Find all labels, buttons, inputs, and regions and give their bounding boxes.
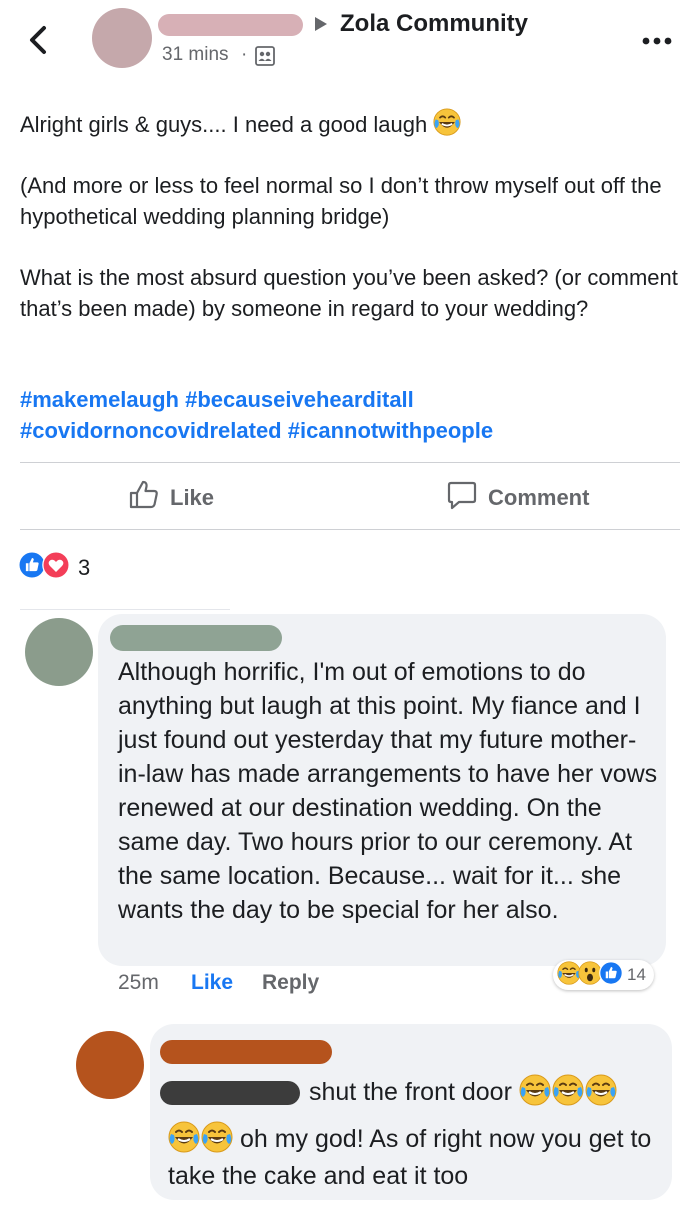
love-reaction-icon <box>42 551 70 584</box>
comment-bubble-icon <box>446 479 478 517</box>
reactions-summary[interactable]: 3 <box>18 551 90 584</box>
post-text-intro: Alright girls & guys.... I need a good l… <box>20 111 428 137</box>
comment-reactions[interactable]: 14 <box>553 960 654 990</box>
laughing-tears-emoji-icon <box>168 1121 233 1153</box>
post-text-paragraph3: What is the most absurd question you’ve … <box>20 265 678 321</box>
group-name-link[interactable]: Zola Community <box>340 10 528 38</box>
laughing-tears-emoji-icon <box>519 1074 617 1106</box>
commenter-avatar[interactable] <box>25 618 93 686</box>
reply-text-line2: oh my god! As of right now you get to ta… <box>168 1121 663 1195</box>
divider <box>20 609 230 610</box>
comment-timestamp[interactable]: 25m <box>118 971 159 995</box>
reply-author-avatar[interactable] <box>76 1031 144 1099</box>
author-avatar[interactable] <box>92 8 152 68</box>
like-button[interactable]: Like <box>128 476 214 520</box>
comment-text: Although horrific, I'm out of emotions t… <box>118 658 658 924</box>
commenter-name-redacted[interactable] <box>110 625 282 651</box>
post-text-paragraph2: (And more or less to feel normal so I do… <box>20 173 662 229</box>
hashtag-link[interactable]: #makemelaugh <box>20 387 179 412</box>
comment-reaction-count: 14 <box>627 965 646 984</box>
divider <box>20 462 680 463</box>
post-text-line1: Alright girls & guys.... I need a good l… <box>20 108 680 144</box>
post-timestamp[interactable]: 31 mins <box>162 44 229 66</box>
hashtags: #makemelaugh #becauseivehearditall #covi… <box>20 384 680 446</box>
comment-button[interactable]: Comment <box>446 476 589 520</box>
reaction-count: 3 <box>78 554 91 580</box>
like-reaction-icon <box>599 961 623 990</box>
meta-separator: · <box>241 44 248 65</box>
comment-like-button[interactable]: Like <box>191 971 233 995</box>
right-triangle-icon <box>313 14 329 34</box>
comment-reply-button[interactable]: Reply <box>262 971 319 995</box>
reply-author-name-redacted[interactable] <box>160 1040 332 1064</box>
author-name-redacted[interactable] <box>158 14 303 36</box>
divider <box>20 529 680 530</box>
mention-redacted[interactable] <box>160 1081 300 1105</box>
hashtag-link[interactable]: #icannotwithpeople <box>288 418 493 443</box>
back-chevron-icon[interactable] <box>22 22 56 58</box>
reply-text-line1: shut the front door <box>309 1074 617 1109</box>
hashtag-link[interactable]: #becauseivehearditall <box>185 387 414 412</box>
comment-button-label: Comment <box>488 485 590 510</box>
reply-text-part2: oh my god! As of right now you get to ta… <box>168 1125 652 1190</box>
more-options-icon[interactable] <box>640 34 674 46</box>
like-button-label: Like <box>170 485 215 510</box>
reply-text-part1: shut the front door <box>309 1078 512 1106</box>
group-members-icon <box>255 46 275 66</box>
thumbs-up-icon <box>128 479 160 517</box>
laughing-tears-emoji-icon <box>433 108 461 144</box>
hashtag-link[interactable]: #covidornoncovidrelated <box>20 418 282 443</box>
